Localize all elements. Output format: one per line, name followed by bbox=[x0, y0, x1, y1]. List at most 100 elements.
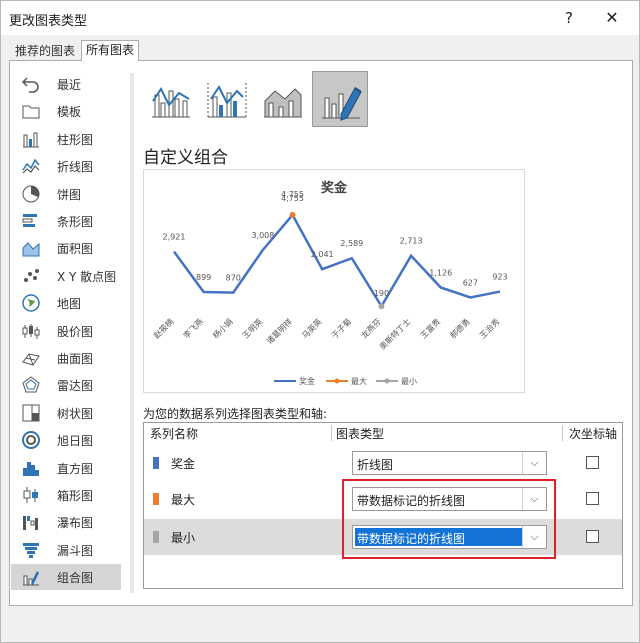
series-row-bonus[interactable]: 奖金 折线图 ⌵ bbox=[144, 445, 622, 481]
data-label: 627 bbox=[463, 278, 478, 287]
category-label: 奥斯特丁士 bbox=[377, 316, 412, 351]
sidebar-item-label: 饼图 bbox=[57, 188, 82, 202]
combo-chart-icon bbox=[23, 571, 39, 586]
category-label: 龙燕芬 bbox=[359, 316, 383, 340]
legend-marker bbox=[334, 378, 340, 384]
sidebar-item-undo[interactable]: 最近 bbox=[11, 71, 121, 97]
header-separator bbox=[331, 425, 332, 441]
sidebar-item-combo-chart[interactable]: 组合图 bbox=[11, 564, 121, 590]
sidebar-item-treemap-chart[interactable]: 树状图 bbox=[11, 400, 121, 426]
series-line-bonus bbox=[172, 212, 501, 309]
data-label-max: 4,755 bbox=[281, 194, 304, 203]
series-color-swatch bbox=[153, 493, 159, 505]
series-name: 最小 bbox=[171, 531, 196, 545]
surface-chart-icon bbox=[22, 353, 40, 366]
sidebar-item-funnel-chart[interactable]: 漏斗图 bbox=[11, 537, 121, 563]
stacked-area-clustered-column-button[interactable] bbox=[255, 71, 311, 127]
axis-prompt: 为您的数据系列选择图表类型和轴: bbox=[143, 407, 328, 421]
help-button[interactable]: ? bbox=[557, 7, 581, 29]
category-label: 王治秀 bbox=[477, 316, 501, 340]
sidebar-item-map-chart[interactable]: 地图 bbox=[11, 290, 121, 316]
box-whisker-chart-icon bbox=[23, 487, 38, 503]
sidebar-item-radar-chart[interactable]: 雷达图 bbox=[11, 372, 121, 398]
clustered-column-line-button[interactable] bbox=[143, 71, 199, 127]
sidebar-item-folder[interactable]: 模板 bbox=[11, 98, 121, 124]
sidebar-item-label: 柱形图 bbox=[57, 133, 94, 147]
category-label: 赵筱楠 bbox=[151, 316, 175, 340]
sidebar-item-label: 曲面图 bbox=[57, 352, 94, 366]
chart-type-dropdown[interactable]: 折线图 ⌵ bbox=[352, 451, 547, 475]
data-label: 870 bbox=[226, 274, 241, 283]
clustered-column-line-secondary-axis-button[interactable] bbox=[199, 71, 255, 127]
category-label: 李飞燕 bbox=[181, 316, 205, 340]
sunburst-chart-icon bbox=[22, 431, 40, 449]
close-button[interactable]: ✕ bbox=[599, 7, 625, 29]
grid-header: 系列名称 图表类型 次坐标轴 bbox=[144, 423, 622, 443]
sidebar-item-area-chart[interactable]: 面积图 bbox=[11, 235, 121, 261]
data-label: 2,041 bbox=[311, 250, 334, 259]
chart-preview: 奖金 2,921 899 870 3,008 4,755 2,041 2,589 190 2,71… bbox=[143, 169, 525, 393]
series-color-swatch bbox=[153, 457, 159, 469]
secondary-axis-checkbox[interactable] bbox=[586, 492, 599, 505]
sidebar-item-column-chart[interactable]: 柱形图 bbox=[11, 126, 121, 152]
data-label: 1,126 bbox=[429, 268, 452, 277]
tab-recommended-charts[interactable]: 推荐的图表 bbox=[11, 42, 79, 61]
sidebar-item-waterfall-chart[interactable]: 瀑布图 bbox=[11, 509, 121, 535]
sidebar-item-bar-chart[interactable]: 条形图 bbox=[11, 208, 121, 234]
custom-combination-button[interactable] bbox=[312, 71, 368, 127]
sidebar-item-line-chart[interactable]: 折线图 bbox=[11, 153, 121, 179]
series-marker-max bbox=[289, 211, 296, 218]
undo-icon bbox=[21, 77, 39, 93]
sidebar-item-histogram-chart[interactable]: 直方图 bbox=[11, 455, 121, 481]
secondary-axis-checkbox[interactable] bbox=[586, 456, 599, 469]
waterfall-chart-icon bbox=[23, 516, 38, 530]
stacked-area-clustered-column-icon bbox=[264, 88, 302, 118]
sidebar-item-label: X Y 散点图 bbox=[57, 270, 117, 284]
title-bar: 更改图表类型 ? ✕ bbox=[1, 1, 639, 35]
chevron-down-icon[interactable]: ⌵ bbox=[522, 452, 546, 474]
sidebar-item-box-whisker-chart[interactable]: 箱形图 bbox=[11, 482, 121, 508]
sidebar-item-label: 股价图 bbox=[57, 325, 94, 339]
area-chart-icon bbox=[22, 242, 40, 257]
data-label: 2,589 bbox=[340, 239, 363, 248]
sidebar-item-label: 面积图 bbox=[57, 242, 94, 256]
secondary-axis-checkbox[interactable] bbox=[586, 530, 599, 543]
highlight-annotation-box bbox=[342, 479, 556, 559]
sidebar-item-label: 模板 bbox=[57, 105, 82, 119]
section-title: 自定义组合 bbox=[143, 148, 228, 168]
sidebar-item-surface-chart[interactable]: 曲面图 bbox=[11, 345, 121, 371]
chart-title: 奖金 bbox=[321, 180, 348, 196]
legend-marker bbox=[384, 378, 390, 384]
sidebar-item-label: 组合图 bbox=[57, 571, 94, 585]
map-chart-icon bbox=[22, 294, 40, 312]
header-series-name: 系列名称 bbox=[150, 427, 199, 441]
sidebar-item-sunburst-chart[interactable]: 旭日图 bbox=[11, 427, 121, 453]
sidebar-item-scatter-chart[interactable]: X Y 散点图 bbox=[11, 263, 121, 289]
sidebar-item-label: 箱形图 bbox=[57, 489, 94, 503]
sidebar-item-label: 瀑布图 bbox=[57, 516, 94, 530]
histogram-chart-icon bbox=[23, 462, 39, 476]
dialog-title: 更改图表类型 bbox=[9, 14, 88, 29]
legend-label: 最大 bbox=[351, 376, 367, 386]
series-marker-min bbox=[378, 303, 385, 310]
sidebar-item-pie-chart[interactable]: 饼图 bbox=[11, 181, 121, 207]
sidebar-divider bbox=[130, 73, 134, 593]
stock-chart-icon bbox=[22, 324, 40, 339]
data-label: 190 bbox=[374, 289, 389, 298]
series-name: 奖金 bbox=[171, 457, 196, 471]
sidebar-item-stock-chart[interactable]: 股价图 bbox=[11, 318, 121, 344]
funnel-chart-icon bbox=[23, 543, 39, 558]
category-label: 郝德勇 bbox=[448, 316, 472, 340]
line-chart-icon bbox=[22, 158, 40, 174]
series-name: 最大 bbox=[171, 493, 196, 507]
tab-all-charts[interactable]: 所有图表 bbox=[81, 40, 140, 61]
category-label: 王明英 bbox=[240, 316, 264, 340]
chart-type-value: 折线图 bbox=[357, 458, 394, 472]
pie-chart-icon bbox=[22, 185, 40, 203]
sidebar-item-label: 树状图 bbox=[57, 407, 94, 421]
folder-icon bbox=[22, 105, 40, 119]
legend-label: 最小 bbox=[401, 377, 417, 386]
custom-combination-icon bbox=[322, 87, 362, 121]
category-label: 王富贵 bbox=[418, 316, 442, 340]
clustered-column-line-icon bbox=[152, 87, 190, 118]
